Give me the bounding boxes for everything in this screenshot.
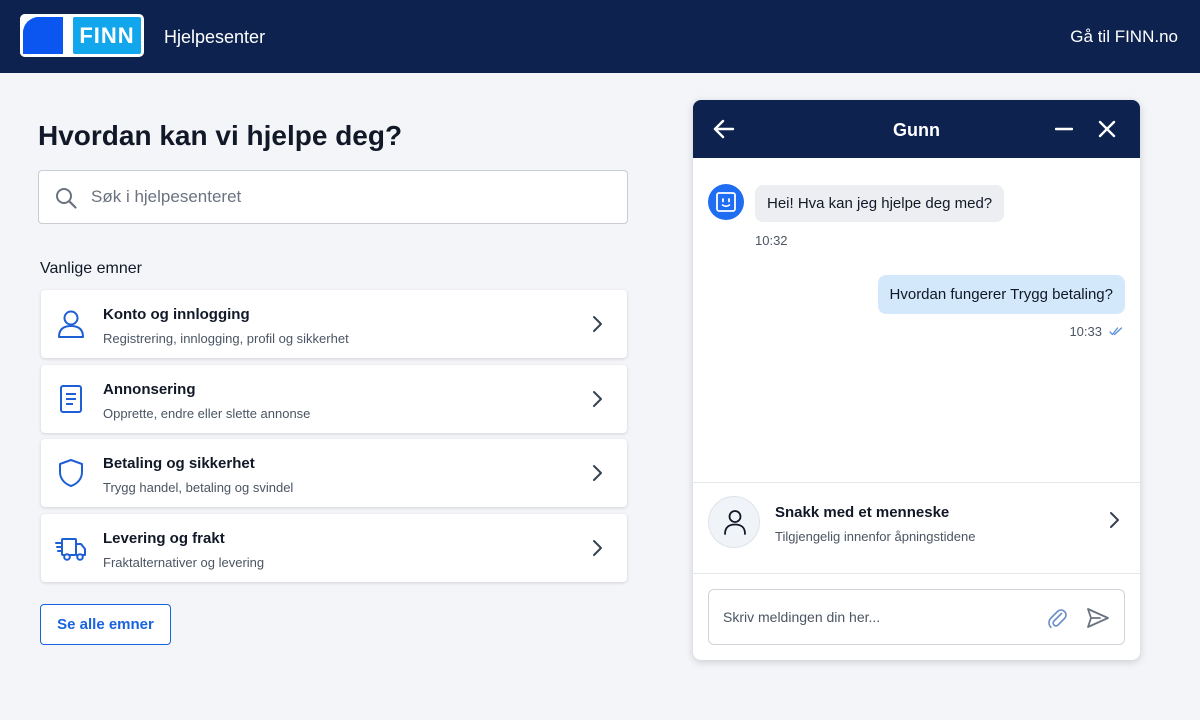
bot-avatar: [708, 184, 744, 220]
chevron-right-icon: [593, 391, 602, 407]
search-box[interactable]: [38, 170, 628, 224]
see-all-topics-button[interactable]: Se alle emner: [40, 604, 171, 645]
page-title: Hvordan kan vi hjelpe deg?: [38, 120, 403, 151]
top-bar: FINN Hjelpesenter Gå til FINN.no: [0, 0, 1200, 73]
close-icon[interactable]: [1098, 120, 1116, 138]
talk-to-human-row[interactable]: Snakk med et menneske Tilgjengelig innen…: [693, 482, 1140, 574]
topic-title: Betaling og sikkerhet: [103, 455, 255, 472]
document-icon: [60, 385, 82, 413]
goto-finn-link[interactable]: Gå til FINN.no: [1070, 27, 1178, 47]
chevron-right-icon: [593, 316, 602, 332]
search-icon: [56, 188, 77, 209]
send-icon[interactable]: [1086, 606, 1110, 630]
bot-face-icon: [716, 192, 736, 212]
chat-panel: Gunn Hei! Hva kan jeg hjelpe deg med? 10…: [693, 100, 1140, 660]
human-subtitle: Tilgjengelig innenfor åpningstidene: [775, 529, 976, 544]
person-icon: [724, 510, 746, 535]
minimize-icon[interactable]: [1055, 127, 1073, 131]
site-title: Hjelpesenter: [164, 27, 266, 47]
paperclip-icon[interactable]: [1047, 607, 1067, 629]
chat-header: Gunn: [693, 100, 1140, 158]
topic-card-payment[interactable]: Betaling og sikkerhet Trygg handel, beta…: [41, 439, 627, 507]
finn-logo[interactable]: FINN: [20, 14, 144, 57]
finn-logo-text: FINN: [73, 17, 141, 54]
topic-subtitle: Trygg handel, betaling og svindel: [103, 480, 294, 495]
topic-card-account[interactable]: Konto og innlogging Registrering, innlog…: [41, 290, 627, 358]
topic-title: Konto og innlogging: [103, 306, 250, 323]
bot-message-bubble: Hei! Hva kan jeg hjelpe deg med?: [755, 185, 1005, 222]
section-label: Vanlige emner: [40, 260, 142, 277]
topic-title: Levering og frakt: [103, 530, 225, 547]
chevron-right-icon: [1110, 512, 1119, 528]
truck-icon: [55, 538, 86, 561]
message-timestamp: 10:33: [1069, 324, 1102, 339]
chevron-right-icon: [593, 540, 602, 556]
user-icon: [58, 310, 84, 338]
shield-icon: [59, 459, 83, 487]
topic-subtitle: Opprette, endre eller slette annonse: [103, 406, 311, 421]
human-title: Snakk med et menneske: [775, 504, 950, 521]
human-avatar: [708, 496, 760, 548]
topic-subtitle: Registrering, innlogging, profil og sikk…: [103, 331, 349, 346]
chevron-right-icon: [593, 465, 602, 481]
user-message-bubble: Hvordan fungerer Trygg betaling?: [877, 275, 1125, 314]
finn-logo-mark-icon: [20, 14, 66, 57]
message-input[interactable]: [723, 602, 1033, 632]
message-timestamp: 10:32: [755, 233, 788, 248]
double-check-icon: [1109, 327, 1123, 336]
message-composer[interactable]: [708, 589, 1125, 645]
topic-subtitle: Fraktalternativer og levering: [103, 555, 265, 570]
search-input[interactable]: [91, 181, 611, 213]
topic-title: Annonsering: [103, 381, 196, 398]
topic-card-delivery[interactable]: Levering og frakt Fraktalternativer og l…: [41, 514, 627, 582]
topic-card-ads[interactable]: Annonsering Opprette, endre eller slette…: [41, 365, 627, 433]
